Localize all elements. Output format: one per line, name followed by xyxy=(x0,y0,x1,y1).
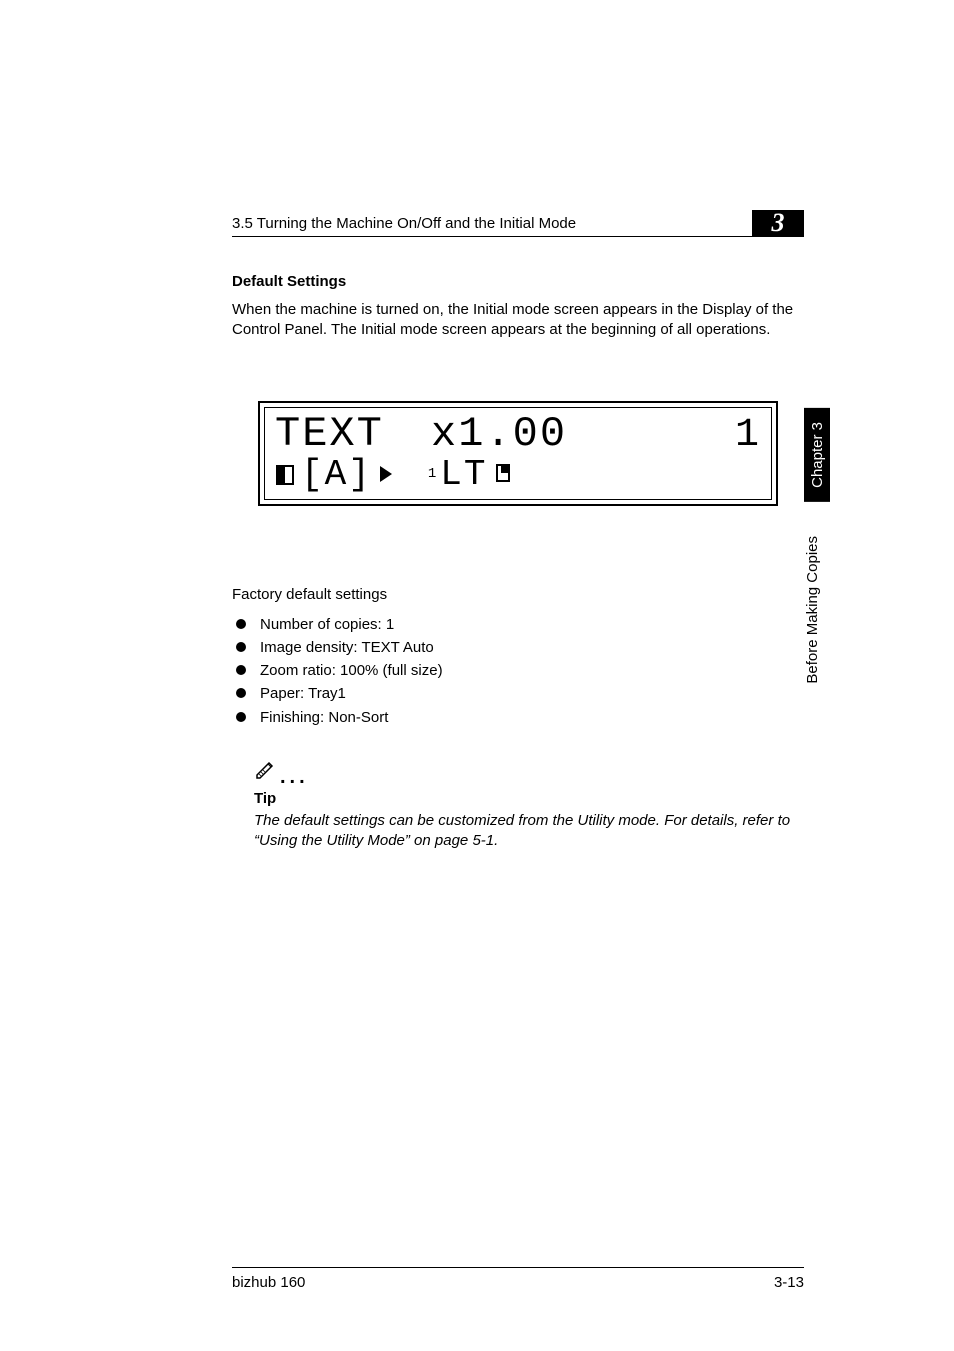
tip-label: Tip xyxy=(254,790,804,807)
list-item: Zoom ratio: 100% (full size) xyxy=(236,659,804,682)
lcd-mode: TEXT xyxy=(275,410,384,458)
lcd-paper-size: LT xyxy=(440,454,487,495)
default-settings-heading: Default Settings xyxy=(232,273,804,290)
page-footer: bizhub 160 3-13 xyxy=(232,1267,804,1291)
list-item: Number of copies: 1 xyxy=(236,613,804,636)
chapter-number-badge: 3 xyxy=(752,210,804,236)
list-item: Image density: TEXT Auto xyxy=(236,636,804,659)
page: 3.5 Turning the Machine On/Off and the I… xyxy=(0,0,954,1351)
page-number: 3-13 xyxy=(774,1274,804,1291)
pencil-icon xyxy=(254,757,278,786)
section-title: 3.5 Turning the Machine On/Off and the I… xyxy=(232,215,576,232)
lcd-display: TEXT x1.00 1 [A] 1 xyxy=(258,401,778,506)
lcd-line-2: [A] 1 LT xyxy=(275,454,761,495)
lcd-copies: 1 xyxy=(735,413,761,458)
intro-paragraph: When the machine is turned on, the Initi… xyxy=(232,300,804,341)
page-header: 3.5 Turning the Machine On/Off and the I… xyxy=(232,210,804,237)
lcd-density-value: [A] xyxy=(301,454,372,495)
arrow-icon xyxy=(378,464,396,484)
product-name: bizhub 160 xyxy=(232,1274,305,1291)
settings-list: Number of copies: 1 Image density: TEXT … xyxy=(236,613,804,729)
list-item: Finishing: Non-Sort xyxy=(236,706,804,729)
lcd-zoom: x1.00 xyxy=(431,410,567,458)
side-tabs: Chapter 3 Before Making Copies xyxy=(804,408,830,697)
density-icon xyxy=(275,460,301,488)
lcd-line-1: TEXT x1.00 1 xyxy=(275,410,761,458)
lcd-inner: TEXT x1.00 1 [A] 1 xyxy=(264,407,772,500)
tip-text: The default settings can be customized f… xyxy=(254,811,804,852)
orientation-icon xyxy=(495,463,513,485)
tip-dots: ... xyxy=(280,770,309,784)
list-item: Paper: Tray1 xyxy=(236,682,804,705)
factory-defaults-heading: Factory default settings xyxy=(232,586,804,603)
tip-icon-row: ... xyxy=(254,757,804,786)
chapter-tab: Chapter 3 xyxy=(804,408,830,502)
section-tab: Before Making Copies xyxy=(804,522,830,698)
lcd-tray-number: 1 xyxy=(428,466,438,482)
tip-block: ... Tip The default settings can be cust… xyxy=(254,757,804,852)
